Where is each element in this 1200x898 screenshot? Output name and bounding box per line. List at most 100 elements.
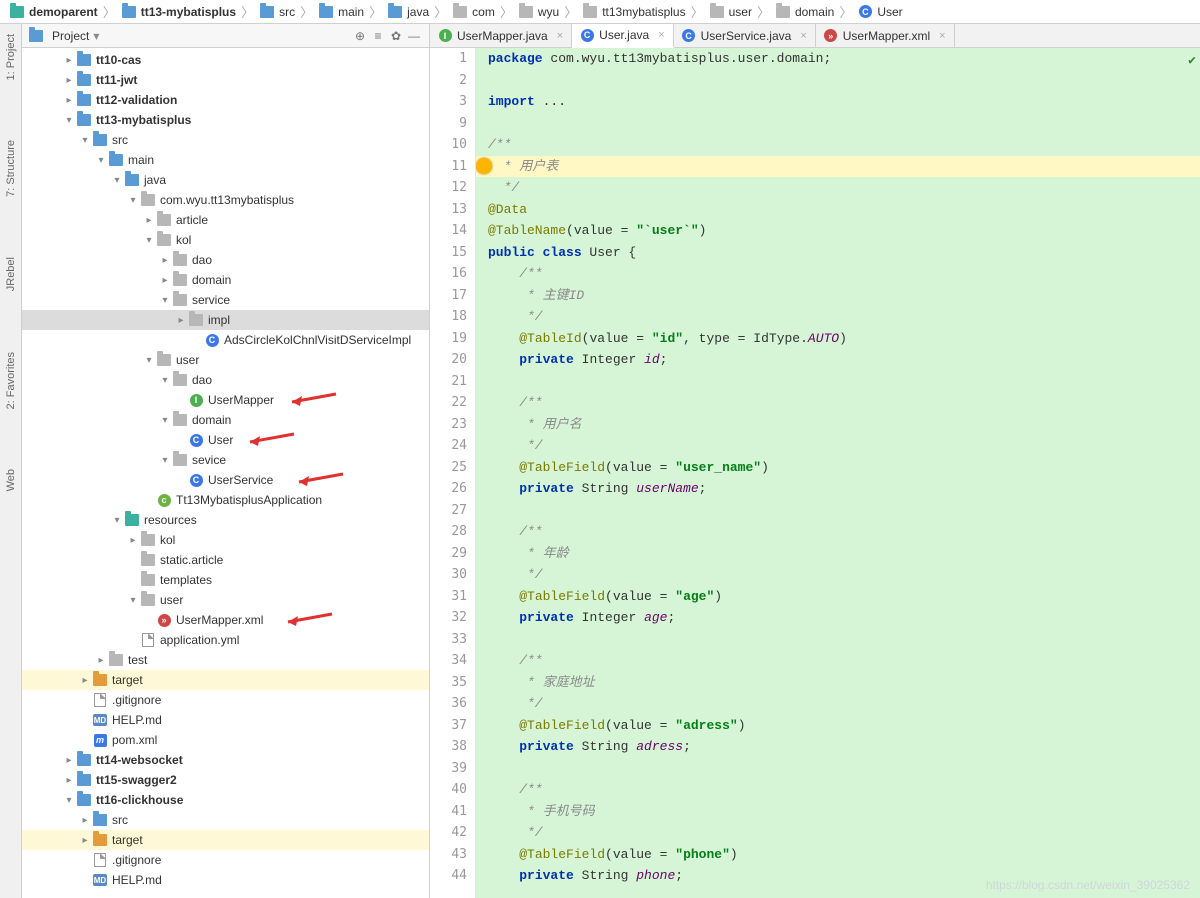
breadcrumb-item[interactable]: CUser: [854, 4, 905, 20]
tree-arrow-icon[interactable]: ▸: [62, 775, 76, 786]
tool-window-stripe[interactable]: 7: Structure: [5, 140, 17, 197]
breadcrumb-item[interactable]: domain: [772, 4, 837, 20]
code-line[interactable]: [476, 500, 1200, 522]
tree-row[interactable]: ▾dao: [22, 370, 429, 390]
code-line[interactable]: * 用户名: [476, 414, 1200, 436]
tree-row[interactable]: ▾service: [22, 290, 429, 310]
project-title[interactable]: Project ▾: [28, 28, 351, 44]
tool-window-stripe[interactable]: 1: Project: [5, 34, 17, 80]
tree-row[interactable]: static.article: [22, 550, 429, 570]
tree-row[interactable]: ▾resources: [22, 510, 429, 530]
code-line[interactable]: [476, 113, 1200, 135]
code-line[interactable]: /**: [476, 263, 1200, 285]
code-line[interactable]: /**: [476, 650, 1200, 672]
tree-row[interactable]: ▸tt11-jwt: [22, 70, 429, 90]
tree-arrow-icon[interactable]: ▸: [158, 275, 172, 286]
code-line[interactable]: */: [476, 693, 1200, 715]
tree-row[interactable]: ▸test: [22, 650, 429, 670]
code-line[interactable]: private String phone;: [476, 865, 1200, 887]
code-line[interactable]: /**: [476, 779, 1200, 801]
close-icon[interactable]: ×: [935, 30, 945, 42]
expand-icon[interactable]: ≡: [369, 27, 387, 45]
locate-icon[interactable]: ⊕: [351, 27, 369, 45]
code-line[interactable]: @Data: [476, 199, 1200, 221]
code-line[interactable]: */: [476, 177, 1200, 199]
code-line[interactable]: * 年龄: [476, 543, 1200, 565]
tree-row[interactable]: cTt13MybatisplusApplication: [22, 490, 429, 510]
tree-row[interactable]: ▸article: [22, 210, 429, 230]
tree-row[interactable]: ▾tt13-mybatisplus: [22, 110, 429, 130]
tree-arrow-icon[interactable]: ▾: [62, 115, 76, 126]
tree-arrow-icon[interactable]: ▸: [62, 55, 76, 66]
code-line[interactable]: * 手机号码: [476, 801, 1200, 823]
tree-arrow-icon[interactable]: ▸: [62, 755, 76, 766]
tree-row[interactable]: ▸domain: [22, 270, 429, 290]
code-line[interactable]: [476, 758, 1200, 780]
hide-icon[interactable]: —: [405, 27, 423, 45]
tree-row[interactable]: ▸src: [22, 810, 429, 830]
project-tree[interactable]: ▸tt10-cas▸tt11-jwt▸tt12-validation▾tt13-…: [22, 48, 429, 898]
tree-arrow-icon[interactable]: ▸: [78, 835, 92, 846]
tool-window-stripe[interactable]: JRebel: [5, 257, 17, 291]
tree-row[interactable]: ▾user: [22, 590, 429, 610]
tree-row[interactable]: ▸dao: [22, 250, 429, 270]
tree-row[interactable]: MDHELP.md: [22, 870, 429, 890]
tree-arrow-icon[interactable]: ▾: [126, 595, 140, 606]
close-icon[interactable]: ×: [553, 30, 563, 42]
code-line[interactable]: */: [476, 435, 1200, 457]
tree-row[interactable]: ▸tt14-websocket: [22, 750, 429, 770]
editor-tab[interactable]: »UserMapper.xml×: [816, 24, 955, 47]
breadcrumb-item[interactable]: src: [256, 4, 298, 20]
tree-row[interactable]: ▸target: [22, 830, 429, 850]
tree-arrow-icon[interactable]: ▸: [94, 655, 108, 666]
breadcrumb-item[interactable]: tt13mybatisplus: [579, 4, 688, 20]
code-line[interactable]: private String adress;: [476, 736, 1200, 758]
tree-arrow-icon[interactable]: ▾: [158, 295, 172, 306]
tree-arrow-icon[interactable]: ▸: [62, 95, 76, 106]
tree-row[interactable]: CUserService: [22, 470, 429, 490]
tree-arrow-icon[interactable]: ▸: [142, 215, 156, 226]
code-line[interactable]: @TableField(value = "age"): [476, 586, 1200, 608]
tree-row[interactable]: ▸tt15-swagger2: [22, 770, 429, 790]
tree-arrow-icon[interactable]: ▾: [94, 155, 108, 166]
tree-row[interactable]: ▾kol: [22, 230, 429, 250]
tree-row[interactable]: application.yml: [22, 630, 429, 650]
breadcrumb-item[interactable]: java: [384, 4, 432, 20]
tree-arrow-icon[interactable]: ▾: [158, 415, 172, 426]
tree-row[interactable]: .gitignore: [22, 850, 429, 870]
tree-arrow-icon[interactable]: ▾: [78, 135, 92, 146]
tree-arrow-icon[interactable]: ▸: [62, 75, 76, 86]
tree-row[interactable]: ▸target: [22, 670, 429, 690]
code-line[interactable]: /**: [476, 392, 1200, 414]
code-line[interactable]: private Integer id;: [476, 349, 1200, 371]
code-line[interactable]: @TableName(value = "`user`"): [476, 220, 1200, 242]
code-line[interactable]: @TableId(value = "id", type = IdType.AUT…: [476, 328, 1200, 350]
tree-row[interactable]: ▸impl: [22, 310, 429, 330]
code-line[interactable]: [476, 629, 1200, 651]
close-icon[interactable]: ×: [796, 30, 806, 42]
tree-arrow-icon[interactable]: ▸: [174, 315, 188, 326]
tree-row[interactable]: ▸tt10-cas: [22, 50, 429, 70]
settings-icon[interactable]: ✿: [387, 27, 405, 45]
tree-arrow-icon[interactable]: ▸: [78, 675, 92, 686]
code-line[interactable]: /**: [476, 521, 1200, 543]
tree-arrow-icon[interactable]: ▾: [158, 375, 172, 386]
tree-row[interactable]: ▸kol: [22, 530, 429, 550]
close-icon[interactable]: ×: [654, 29, 664, 41]
tree-arrow-icon[interactable]: ▾: [142, 235, 156, 246]
code-line[interactable]: package com.wyu.tt13mybatisplus.user.dom…: [476, 48, 1200, 70]
tree-row[interactable]: ▾sevice: [22, 450, 429, 470]
tree-arrow-icon[interactable]: ▾: [62, 795, 76, 806]
intention-bulb-icon[interactable]: [476, 158, 492, 174]
code-line[interactable]: */: [476, 306, 1200, 328]
breadcrumb-item[interactable]: main: [315, 4, 367, 20]
breadcrumb-item[interactable]: com: [449, 4, 498, 20]
breadcrumb-item[interactable]: wyu: [515, 4, 562, 20]
code-line[interactable]: * 用户表: [476, 156, 1200, 178]
inspection-ok-icon[interactable]: ✔: [1188, 50, 1196, 72]
breadcrumb-item[interactable]: user: [706, 4, 755, 20]
tree-row[interactable]: ▾user: [22, 350, 429, 370]
tree-arrow-icon[interactable]: ▾: [158, 455, 172, 466]
tree-arrow-icon[interactable]: ▸: [78, 815, 92, 826]
tree-arrow-icon[interactable]: ▾: [126, 195, 140, 206]
